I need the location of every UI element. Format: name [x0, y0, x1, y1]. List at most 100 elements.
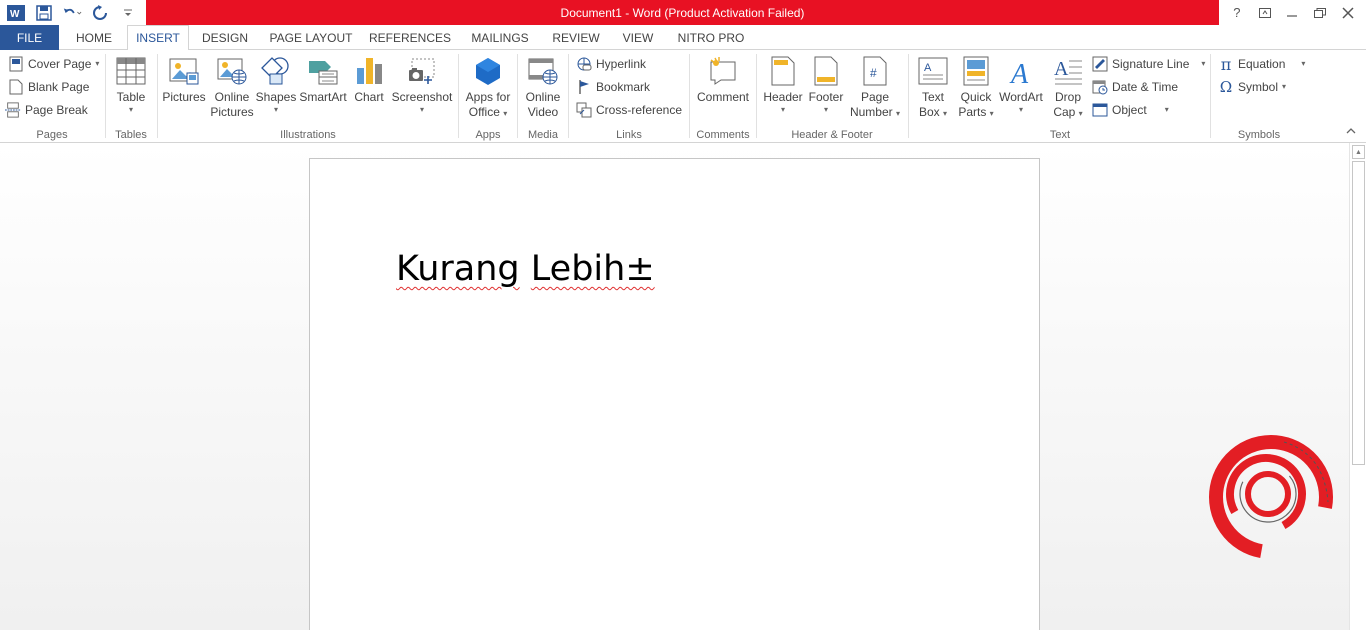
page-break-icon — [5, 102, 21, 118]
object-button[interactable]: Object ▾ — [1092, 100, 1169, 120]
chart-button[interactable]: Chart — [351, 54, 387, 105]
bookmark-button[interactable]: Bookmark — [576, 77, 650, 97]
help-icon[interactable]: ? — [1226, 3, 1248, 23]
title-bar: W Document1 - Word (Product Activation F… — [0, 0, 1366, 25]
group-label-pages: Pages — [36, 129, 68, 141]
cover-page-button[interactable]: Cover Page ▾ — [8, 54, 99, 74]
scrollbar-thumb[interactable] — [1352, 161, 1365, 465]
tab-review[interactable]: REVIEW — [546, 25, 606, 50]
group-label-links: Links — [616, 129, 642, 141]
minimize-icon[interactable] — [1281, 3, 1303, 23]
tab-view[interactable]: VIEW — [615, 25, 661, 50]
blank-page-button[interactable]: Blank Page — [8, 77, 89, 97]
quick-access-toolbar: W — [0, 0, 146, 25]
header-button[interactable]: Header ▾ — [761, 54, 805, 115]
cross-reference-icon — [576, 102, 592, 118]
undo-icon[interactable] — [62, 3, 82, 23]
tab-mailings[interactable]: MAILINGS — [463, 25, 537, 50]
tab-insert[interactable]: INSERT — [127, 25, 189, 51]
svg-text:A: A — [1009, 59, 1029, 86]
group-label-comments: Comments — [696, 129, 750, 141]
smartart-icon — [306, 54, 340, 88]
tab-file[interactable]: FILE — [0, 25, 59, 50]
group-media: Online Video Media — [518, 50, 568, 143]
wordart-button[interactable]: A WordArt ▾ — [997, 54, 1045, 115]
drop-cap-button[interactable]: A Drop Cap ▾ — [1047, 54, 1089, 120]
page-break-button[interactable]: Page Break — [5, 100, 88, 120]
redo-icon[interactable] — [90, 3, 110, 23]
screenshot-button[interactable]: Screenshot ▾ — [390, 54, 454, 115]
online-video-icon — [526, 54, 560, 88]
tab-design[interactable]: DESIGN — [195, 25, 255, 50]
group-tables: Table ▾ Tables — [106, 50, 156, 143]
tab-references[interactable]: REFERENCES — [367, 25, 453, 50]
pictures-button[interactable]: Pictures — [162, 54, 206, 105]
document-canvas: Kurang Lebih± — [0, 143, 1349, 630]
apps-for-office-icon — [471, 54, 505, 88]
text-box-icon: A — [916, 54, 950, 88]
chart-icon — [352, 54, 386, 88]
group-text: A Text Box ▾ Quick Parts ▾ A WordArt ▾ A… — [909, 50, 1211, 143]
customize-toolbar-icon[interactable] — [118, 3, 138, 23]
footer-button[interactable]: Footer ▾ — [805, 54, 847, 115]
group-header-footer: Header ▾ Footer ▾ # Page Number ▾ Header… — [757, 50, 907, 143]
blank-page-icon — [8, 79, 24, 95]
screenshot-icon — [405, 54, 439, 88]
tab-home[interactable]: HOME — [66, 25, 122, 50]
group-label-text: Text — [1049, 129, 1071, 141]
group-pages: Cover Page ▾ Blank Page Page Break Pages — [0, 50, 104, 143]
tab-nitro-pro[interactable]: NITRO PRO — [671, 25, 751, 50]
text-box-button[interactable]: A Text Box ▾ — [913, 54, 953, 120]
quick-parts-button[interactable]: Quick Parts ▾ — [955, 54, 997, 120]
pictures-icon — [167, 54, 201, 88]
group-symbols: π Equation ▾ Ω Symbol ▾ Symbols — [1211, 50, 1307, 143]
comment-button[interactable]: Comment — [694, 54, 752, 105]
date-time-icon — [1092, 79, 1108, 95]
quick-parts-icon — [959, 54, 993, 88]
tab-page-layout[interactable]: PAGE LAYOUT — [264, 25, 358, 50]
group-label-header-footer: Header & Footer — [791, 129, 873, 141]
vertical-scrollbar[interactable]: ▲ — [1349, 143, 1366, 630]
document-text[interactable]: Kurang Lebih± — [396, 249, 655, 289]
pi-icon: π — [1220, 54, 1232, 74]
equation-button[interactable]: π Equation ▾ — [1218, 54, 1306, 74]
page-number-icon: # — [858, 54, 892, 88]
collapse-ribbon-icon[interactable] — [1346, 127, 1356, 138]
group-comments: Comment Comments — [690, 50, 756, 143]
group-label-illustrations: Illustrations — [280, 129, 336, 141]
ribbon-display-options-icon[interactable] — [1254, 3, 1276, 23]
page-number-button[interactable]: # Page Number ▾ — [847, 54, 903, 120]
smartart-button[interactable]: SmartArt — [298, 54, 348, 105]
drop-cap-icon: A — [1051, 54, 1085, 88]
ribbon-tabs: FILE HOME INSERT DESIGN PAGE LAYOUT REFE… — [0, 25, 1366, 75]
signature-line-button[interactable]: Signature Line ▾ — [1092, 54, 1205, 74]
save-icon[interactable] — [34, 3, 54, 23]
svg-text:#: # — [870, 66, 877, 80]
scroll-up-arrow-icon[interactable]: ▲ — [1352, 145, 1365, 159]
apps-for-office-button[interactable]: Apps for Office ▾ — [461, 54, 515, 120]
close-icon[interactable] — [1337, 3, 1359, 23]
group-label-media: Media — [528, 129, 558, 141]
restore-icon[interactable] — [1309, 3, 1331, 23]
omega-icon: Ω — [1219, 78, 1233, 96]
date-time-button[interactable]: Date & Time — [1092, 77, 1178, 97]
shapes-button[interactable]: Shapes ▾ — [256, 54, 296, 115]
wordart-icon: A — [1004, 54, 1038, 88]
footer-icon — [809, 54, 843, 88]
misspelled-word[interactable]: Kurang — [396, 249, 520, 289]
cross-reference-button[interactable]: Cross-reference — [576, 100, 682, 120]
object-icon — [1092, 102, 1108, 118]
document-page[interactable]: Kurang Lebih± — [309, 158, 1040, 630]
online-pictures-icon — [215, 54, 249, 88]
online-pictures-button[interactable]: Online Pictures — [210, 54, 254, 120]
watermark-logo — [1206, 432, 1336, 562]
window-controls: ? — [1219, 0, 1366, 25]
online-video-button[interactable]: Online Video — [521, 54, 565, 120]
symbol-button[interactable]: Ω Symbol ▾ — [1218, 77, 1286, 97]
group-apps: Apps for Office ▾ Apps — [459, 50, 517, 143]
group-illustrations: Pictures Online Pictures Shapes ▾ SmartA… — [158, 50, 458, 143]
table-button[interactable]: Table ▾ — [114, 54, 148, 115]
word-app-icon[interactable]: W — [6, 3, 26, 23]
misspelled-word[interactable]: Lebih± — [531, 249, 655, 289]
hyperlink-button[interactable]: Hyperlink — [576, 54, 646, 74]
